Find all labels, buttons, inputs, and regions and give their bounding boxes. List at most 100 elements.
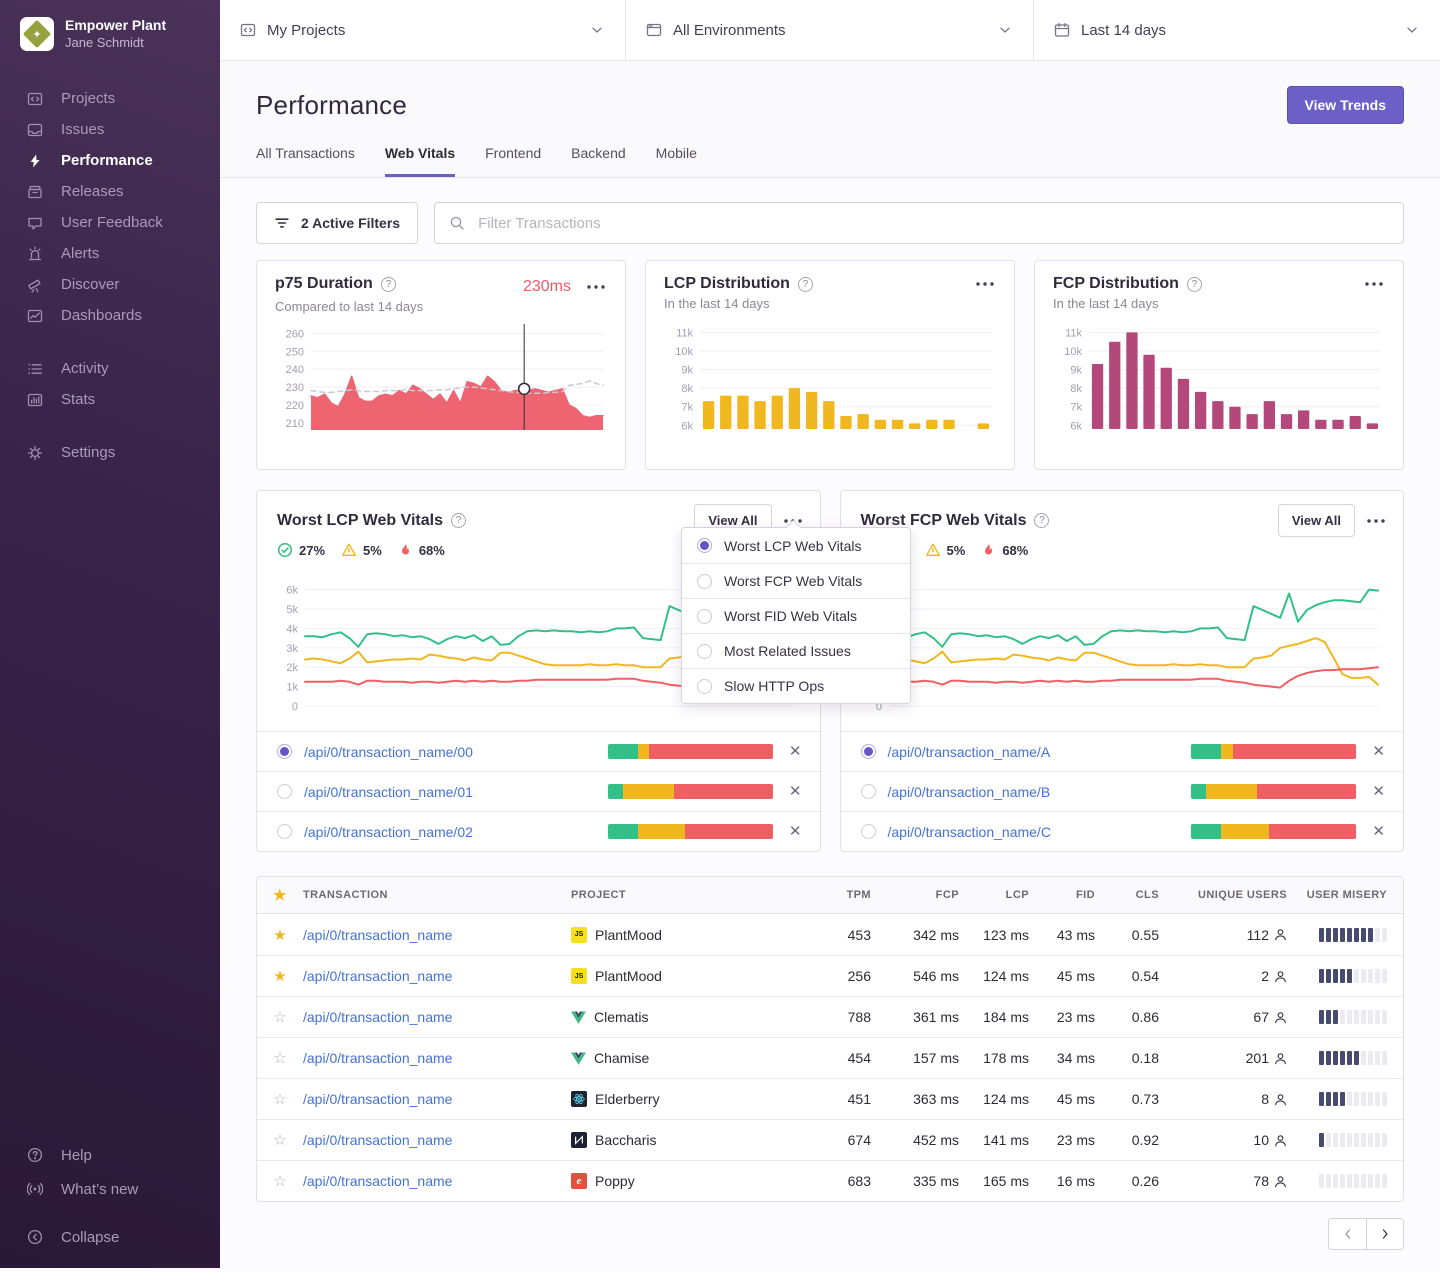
transaction-link[interactable]: /api/0/transaction_name (303, 927, 452, 943)
star-toggle[interactable]: ☆ (257, 1131, 303, 1149)
star-toggle[interactable]: ★ (257, 926, 303, 944)
dropdown-option-most-related-issues[interactable]: Most Related Issues (682, 633, 910, 668)
help-question-icon[interactable]: ? (381, 277, 396, 292)
column-header-user-misery[interactable]: USER MISERY (1287, 889, 1403, 901)
card-menu-button[interactable] (1365, 515, 1387, 527)
close-icon[interactable]: ✕ (789, 824, 802, 839)
radio-button[interactable] (697, 538, 712, 553)
star-toggle[interactable]: ★ (257, 967, 303, 985)
close-icon[interactable]: ✕ (1372, 784, 1385, 799)
radio-button[interactable] (861, 784, 876, 799)
sidebar-item-projects[interactable]: Projects (0, 83, 220, 114)
dropdown-option-label: Most Related Issues (724, 643, 851, 659)
sidebar-item-releases[interactable]: Releases (0, 176, 220, 207)
column-header-transaction[interactable]: TRANSACTION (303, 889, 571, 901)
close-icon[interactable]: ✕ (789, 784, 802, 799)
transaction-link[interactable]: /api/0/transaction_name (303, 1050, 452, 1066)
card-menu-button[interactable] (1363, 278, 1385, 290)
search-input[interactable] (476, 214, 1389, 233)
transaction-link[interactable]: /api/0/transaction_name/02 (304, 824, 473, 840)
star-toggle[interactable]: ☆ (257, 1008, 303, 1026)
column-header-star[interactable]: ★ (257, 886, 303, 904)
column-header-lcp[interactable]: LCP (959, 889, 1029, 901)
worst-fcp-vitals-card: Worst FCP Web Vitals ? View All 27% 5% 6… (840, 490, 1405, 852)
radio-button[interactable] (277, 824, 292, 839)
help-question-icon[interactable]: ? (798, 277, 813, 292)
sidebar-item-user-feedback[interactable]: User Feedback (0, 207, 220, 238)
column-header-fcp[interactable]: FCP (871, 889, 959, 901)
radio-button[interactable] (697, 644, 712, 659)
transaction-link[interactable]: /api/0/transaction_name/B (888, 784, 1051, 800)
previous-page-button[interactable] (1329, 1219, 1366, 1249)
transaction-link[interactable]: /api/0/transaction_name (303, 1091, 452, 1107)
star-toggle[interactable]: ☆ (257, 1090, 303, 1108)
sidebar-item-settings[interactable]: Settings (0, 437, 220, 468)
radio-button[interactable] (277, 784, 292, 799)
help-question-icon[interactable]: ? (1034, 513, 1049, 528)
transaction-link[interactable]: /api/0/transaction_name/00 (304, 744, 473, 760)
tab-frontend[interactable]: Frontend (485, 145, 541, 177)
column-header-project[interactable]: PROJECT (571, 889, 809, 901)
close-icon[interactable]: ✕ (1372, 744, 1385, 759)
help-question-icon[interactable]: ? (451, 513, 466, 528)
sidebar-item-dashboards[interactable]: Dashboards (0, 300, 220, 331)
sidebar-item-stats[interactable]: Stats (0, 384, 220, 415)
transaction-link[interactable]: /api/0/transaction_name/C (888, 824, 1051, 840)
column-header-cls[interactable]: CLS (1095, 889, 1159, 901)
selector-last-days[interactable]: Last 14 days (1034, 0, 1440, 60)
transaction-link[interactable]: /api/0/transaction_name (303, 1009, 452, 1025)
tab-all-transactions[interactable]: All Transactions (256, 145, 355, 177)
sidebar-item-activity[interactable]: Activity (0, 353, 220, 384)
sidebar-item-collapse[interactable]: Collapse (0, 1220, 220, 1254)
active-filters-button[interactable]: 2 Active Filters (256, 202, 418, 244)
sidebar-item-what-s-new[interactable]: What’s new (0, 1172, 220, 1206)
sidebar-item-help[interactable]: Help (0, 1138, 220, 1172)
tab-web-vitals[interactable]: Web Vitals (385, 145, 455, 177)
column-header-fid[interactable]: FID (1029, 889, 1095, 901)
org-switcher[interactable]: ✦ Empower Plant Jane Schmidt (0, 0, 220, 65)
dropdown-option-slow-http-ops[interactable]: Slow HTTP Ops (682, 668, 910, 703)
card-menu-button[interactable] (974, 278, 996, 290)
radio-button[interactable] (861, 744, 876, 759)
svg-text:220: 220 (286, 400, 304, 412)
radio-button[interactable] (277, 744, 292, 759)
search-icon (449, 215, 465, 231)
transaction-link[interactable]: /api/0/transaction_name (303, 1173, 452, 1189)
close-icon[interactable]: ✕ (1372, 824, 1385, 839)
worst-lcp-vitals-card: Worst LCP Web Vitals ? View All 27% 5% 6… (256, 490, 821, 852)
transaction-link[interactable]: /api/0/transaction_name (303, 1132, 452, 1148)
chevron-down-icon (997, 22, 1013, 38)
view-all-button[interactable]: View All (1278, 504, 1355, 537)
tab-backend[interactable]: Backend (571, 145, 625, 177)
sidebar-item-discover[interactable]: Discover (0, 269, 220, 300)
card-menu-button[interactable] (585, 281, 607, 293)
tab-mobile[interactable]: Mobile (656, 145, 697, 177)
sidebar-item-alerts[interactable]: Alerts (0, 238, 220, 269)
transaction-link[interactable]: /api/0/transaction_name/01 (304, 784, 473, 800)
view-trends-button[interactable]: View Trends (1287, 86, 1404, 124)
selector-all-environments[interactable]: All Environments (626, 0, 1034, 60)
help-question-icon[interactable]: ? (1187, 277, 1202, 292)
next-page-button[interactable] (1366, 1219, 1403, 1249)
dropdown-option-worst-fcp-web-vitals[interactable]: Worst FCP Web Vitals (682, 563, 910, 598)
transaction-link[interactable]: /api/0/transaction_name (303, 968, 452, 984)
filter-icon (274, 215, 290, 231)
sidebar-item-performance[interactable]: Performance (0, 145, 220, 176)
table-row: ★/api/0/transaction_nameJSPlantMood25654… (257, 955, 1403, 996)
column-header-unique-users[interactable]: UNIQUE USERS (1159, 889, 1287, 901)
sidebar-item-label: Performance (61, 152, 153, 169)
star-toggle[interactable]: ☆ (257, 1172, 303, 1190)
close-icon[interactable]: ✕ (789, 744, 802, 759)
radio-button[interactable] (697, 574, 712, 589)
dropdown-option-worst-fid-web-vitals[interactable]: Worst FID Web Vitals (682, 598, 910, 633)
transaction-link[interactable]: /api/0/transaction_name/A (888, 744, 1051, 760)
radio-button[interactable] (697, 609, 712, 624)
radio-button[interactable] (861, 824, 876, 839)
selector-my-projects[interactable]: My Projects (220, 0, 626, 60)
star-toggle[interactable]: ☆ (257, 1049, 303, 1067)
radio-button[interactable] (697, 679, 712, 694)
column-header-tpm[interactable]: TPM (809, 889, 871, 901)
sidebar-item-issues[interactable]: Issues (0, 114, 220, 145)
dropdown-option-worst-lcp-web-vitals[interactable]: Worst LCP Web Vitals (682, 528, 910, 563)
project-name: PlantMood (595, 968, 662, 984)
